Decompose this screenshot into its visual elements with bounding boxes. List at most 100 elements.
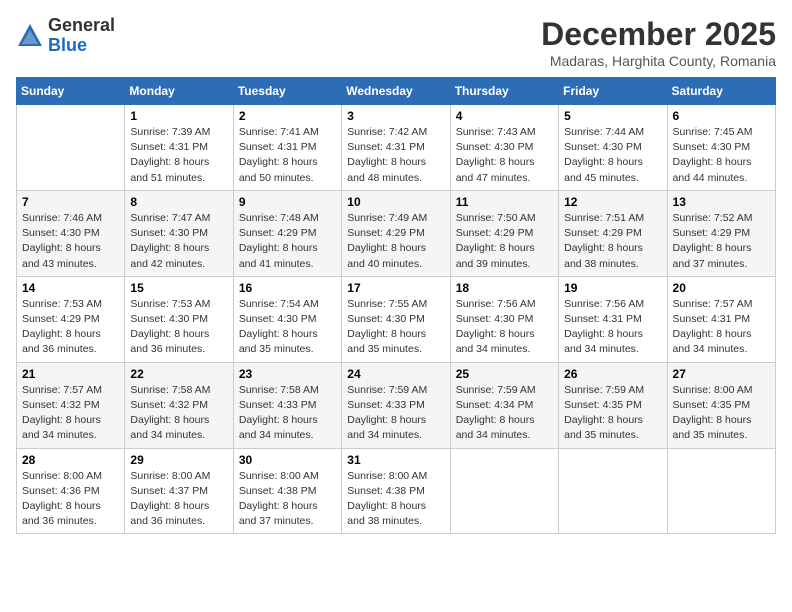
day-number: 4 [456,109,553,123]
day-number: 21 [22,367,119,381]
day-info: Sunrise: 7:42 AMSunset: 4:31 PMDaylight:… [347,125,444,186]
day-number: 6 [673,109,770,123]
calendar-cell: 29Sunrise: 8:00 AMSunset: 4:37 PMDayligh… [125,448,233,534]
day-info: Sunrise: 7:59 AMSunset: 4:33 PMDaylight:… [347,383,444,444]
day-info: Sunrise: 7:53 AMSunset: 4:30 PMDaylight:… [130,297,227,358]
week-row-4: 21Sunrise: 7:57 AMSunset: 4:32 PMDayligh… [17,362,776,448]
weekday-header-row: SundayMondayTuesdayWednesdayThursdayFrid… [17,78,776,105]
calendar-cell: 30 Sunrise: 8:00 AMSunset: 4:38 PMDayligh… [233,448,341,534]
calendar-cell: 1 Sunrise: 7:39 AMSunset: 4:31 PMDaylight… [125,105,233,191]
calendar-cell: 18Sunrise: 7:56 AMSunset: 4:30 PMDayligh… [450,276,558,362]
calendar-cell: 9Sunrise: 7:48 AMSunset: 4:29 PMDaylight… [233,190,341,276]
calendar-cell: 8Sunrise: 7:47 AMSunset: 4:30 PMDaylight… [125,190,233,276]
day-number: 10 [347,195,444,209]
calendar-cell [450,448,558,534]
week-row-5: 28 Sunrise: 8:00 AMSunset: 4:36 PMDayligh… [17,448,776,534]
day-info: Sunrise: 7:51 AMSunset: 4:29 PMDaylight:… [564,211,661,272]
day-info: Sunrise: 8:00 AMSunset: 4:36 PMDaylight:… [22,469,119,530]
day-number: 26 [564,367,661,381]
day-number: 17 [347,281,444,295]
day-number: 1 [130,109,227,123]
day-info: Sunrise: 8:00 AMSunset: 4:38 PMDaylight:… [239,469,336,530]
day-info: Sunrise: 7:49 AMSunset: 4:29 PMDaylight:… [347,211,444,272]
calendar-cell: 14Sunrise: 7:53 AMSunset: 4:29 PMDayligh… [17,276,125,362]
day-number: 28 [22,453,119,467]
day-info: Sunrise: 7:58 AMSunset: 4:33 PMDaylight:… [239,383,336,444]
day-number: 7 [22,195,119,209]
day-info: Sunrise: 7:39 AMSunset: 4:31 PMDaylight:… [130,125,227,186]
calendar-cell [559,448,667,534]
day-info: Sunrise: 7:56 AMSunset: 4:31 PMDaylight:… [564,297,661,358]
calendar-cell: 24 Sunrise: 7:59 AMSunset: 4:33 PMDayligh… [342,362,450,448]
calendar-cell: 26Sunrise: 7:59 AMSunset: 4:35 PMDayligh… [559,362,667,448]
week-row-2: 7 Sunrise: 7:46 AMSunset: 4:30 PMDaylight… [17,190,776,276]
calendar-cell: 27Sunrise: 8:00 AMSunset: 4:35 PMDayligh… [667,362,775,448]
calendar-cell: 31 Sunrise: 8:00 AMSunset: 4:38 PMDayligh… [342,448,450,534]
calendar-cell: 12 Sunrise: 7:51 AMSunset: 4:29 PMDayligh… [559,190,667,276]
calendar-cell: 4 Sunrise: 7:43 AMSunset: 4:30 PMDaylight… [450,105,558,191]
calendar-cell: 2 Sunrise: 7:41 AMSunset: 4:31 PMDaylight… [233,105,341,191]
day-info: Sunrise: 7:46 AMSunset: 4:30 PMDaylight:… [22,211,119,272]
day-info: Sunrise: 7:45 AMSunset: 4:30 PMDaylight:… [673,125,770,186]
day-number: 13 [673,195,770,209]
day-number: 24 [347,367,444,381]
calendar-cell: 22Sunrise: 7:58 AMSunset: 4:32 PMDayligh… [125,362,233,448]
day-number: 30 [239,453,336,467]
calendar-cell: 13Sunrise: 7:52 AMSunset: 4:29 PMDayligh… [667,190,775,276]
calendar-cell: 10 Sunrise: 7:49 AMSunset: 4:29 PMDayligh… [342,190,450,276]
calendar-cell: 5 Sunrise: 7:44 AMSunset: 4:30 PMDaylight… [559,105,667,191]
calendar-cell: 15 Sunrise: 7:53 AMSunset: 4:30 PMDayligh… [125,276,233,362]
week-row-3: 14Sunrise: 7:53 AMSunset: 4:29 PMDayligh… [17,276,776,362]
day-number: 27 [673,367,770,381]
title-block: December 2025 Madaras, Harghita County, … [541,16,776,69]
day-info: Sunrise: 7:59 AMSunset: 4:34 PMDaylight:… [456,383,553,444]
day-info: Sunrise: 7:43 AMSunset: 4:30 PMDaylight:… [456,125,553,186]
calendar-cell: 25Sunrise: 7:59 AMSunset: 4:34 PMDayligh… [450,362,558,448]
logo-general-text: General [48,15,115,35]
calendar-cell: 20 Sunrise: 7:57 AMSunset: 4:31 PMDayligh… [667,276,775,362]
weekday-header-monday: Monday [125,78,233,105]
calendar-cell: 23 Sunrise: 7:58 AMSunset: 4:33 PMDayligh… [233,362,341,448]
day-number: 18 [456,281,553,295]
day-info: Sunrise: 7:50 AMSunset: 4:29 PMDaylight:… [456,211,553,272]
day-info: Sunrise: 8:00 AMSunset: 4:38 PMDaylight:… [347,469,444,530]
weekday-header-friday: Friday [559,78,667,105]
calendar-cell: 16Sunrise: 7:54 AMSunset: 4:30 PMDayligh… [233,276,341,362]
calendar-table: SundayMondayTuesdayWednesdayThursdayFrid… [16,77,776,534]
day-number: 20 [673,281,770,295]
day-number: 8 [130,195,227,209]
day-number: 15 [130,281,227,295]
day-info: Sunrise: 7:57 AMSunset: 4:31 PMDaylight:… [673,297,770,358]
day-number: 2 [239,109,336,123]
day-number: 31 [347,453,444,467]
day-number: 5 [564,109,661,123]
calendar-cell: 17 Sunrise: 7:55 AMSunset: 4:30 PMDayligh… [342,276,450,362]
calendar-cell [667,448,775,534]
weekday-header-thursday: Thursday [450,78,558,105]
day-number: 23 [239,367,336,381]
weekday-header-sunday: Sunday [17,78,125,105]
location-text: Madaras, Harghita County, Romania [541,53,776,69]
day-number: 19 [564,281,661,295]
page-header: General Blue December 2025 Madaras, Harg… [16,16,776,69]
day-number: 12 [564,195,661,209]
calendar-cell: 6 Sunrise: 7:45 AMSunset: 4:30 PMDaylight… [667,105,775,191]
logo: General Blue [16,16,115,56]
day-number: 3 [347,109,444,123]
logo-blue-text: Blue [48,35,87,55]
calendar-cell: 28 Sunrise: 8:00 AMSunset: 4:36 PMDayligh… [17,448,125,534]
day-info: Sunrise: 7:58 AMSunset: 4:32 PMDaylight:… [130,383,227,444]
day-info: Sunrise: 7:55 AMSunset: 4:30 PMDaylight:… [347,297,444,358]
calendar-cell: 7 Sunrise: 7:46 AMSunset: 4:30 PMDaylight… [17,190,125,276]
day-info: Sunrise: 7:53 AMSunset: 4:29 PMDaylight:… [22,297,119,358]
logo-icon [16,22,44,50]
day-info: Sunrise: 7:44 AMSunset: 4:30 PMDaylight:… [564,125,661,186]
day-number: 29 [130,453,227,467]
calendar-cell: 21Sunrise: 7:57 AMSunset: 4:32 PMDayligh… [17,362,125,448]
day-number: 11 [456,195,553,209]
day-info: Sunrise: 7:48 AMSunset: 4:29 PMDaylight:… [239,211,336,272]
weekday-header-wednesday: Wednesday [342,78,450,105]
calendar-cell: 19 Sunrise: 7:56 AMSunset: 4:31 PMDayligh… [559,276,667,362]
day-info: Sunrise: 7:41 AMSunset: 4:31 PMDaylight:… [239,125,336,186]
day-number: 16 [239,281,336,295]
